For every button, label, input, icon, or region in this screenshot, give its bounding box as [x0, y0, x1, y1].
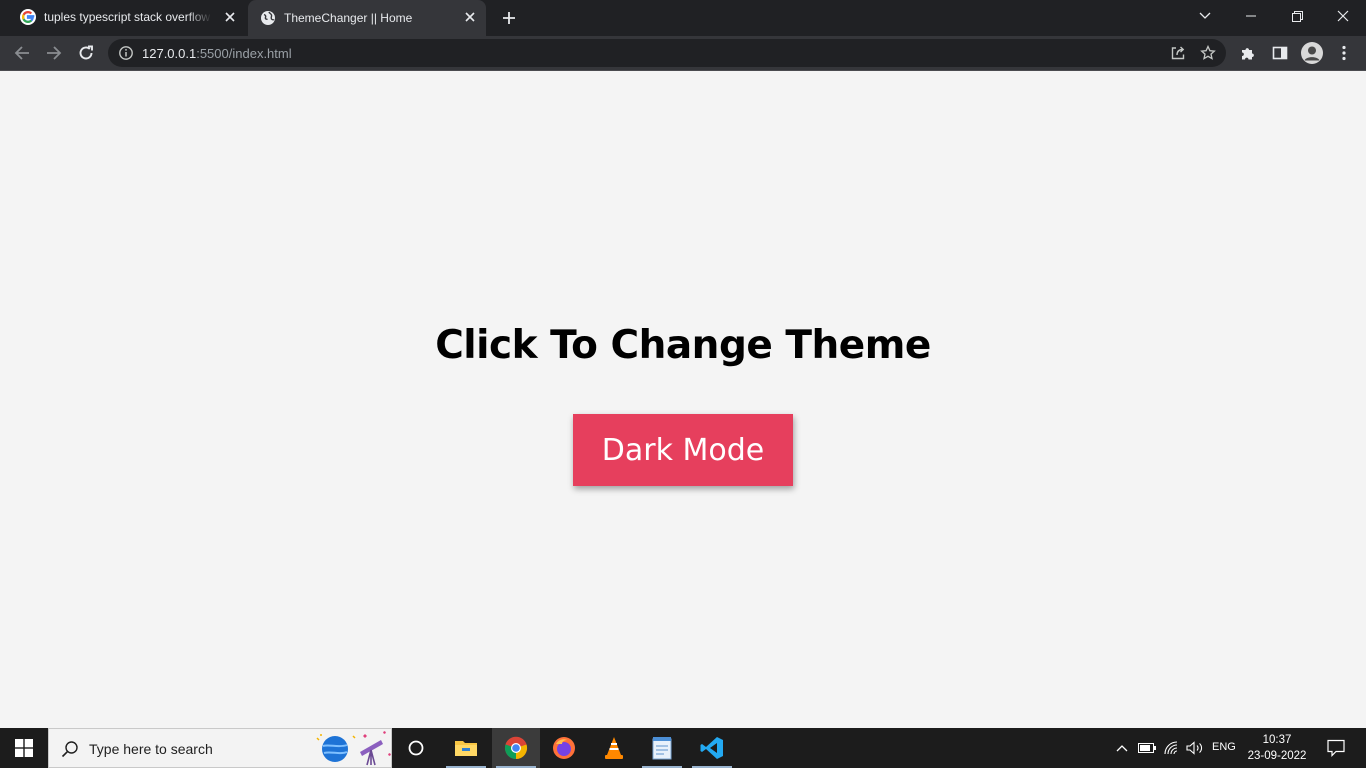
address-bar[interactable]: 127.0.0.1:5500/index.html	[108, 39, 1226, 67]
reload-icon[interactable]	[72, 39, 100, 67]
task-view-icon[interactable]	[392, 728, 440, 768]
dark-mode-button[interactable]: Dark Mode	[573, 414, 793, 486]
page-content: Click To Change Theme Dark Mode	[0, 71, 1366, 728]
chrome-icon[interactable]	[492, 728, 540, 768]
tab-search-chevron-down-icon[interactable]	[1182, 0, 1228, 32]
close-window-icon[interactable]	[1320, 0, 1366, 32]
extensions-puzzle-icon[interactable]	[1234, 39, 1262, 67]
profile-avatar[interactable]	[1298, 39, 1326, 67]
more-menu-kebab-icon[interactable]	[1330, 39, 1358, 67]
site-info-icon[interactable]	[118, 45, 134, 61]
volume-icon[interactable]	[1185, 738, 1205, 758]
vscode-icon[interactable]	[688, 728, 736, 768]
forward-arrow-icon[interactable]	[40, 39, 68, 67]
back-arrow-icon[interactable]	[8, 39, 36, 67]
bookmark-star-icon[interactable]	[1200, 44, 1216, 66]
browser-tab-strip: tuples typescript stack overflow - Googl…	[0, 0, 1366, 36]
page-title: Click To Change Theme	[435, 323, 931, 368]
close-tab-icon[interactable]	[462, 9, 478, 25]
windows-start-icon[interactable]	[0, 728, 48, 768]
vlc-icon[interactable]	[590, 728, 638, 768]
side-panel-icon[interactable]	[1266, 39, 1294, 67]
tab-title: tuples typescript stack overflow - Googl…	[44, 10, 212, 24]
file-explorer-icon[interactable]	[442, 728, 490, 768]
url-text: 127.0.0.1:5500/index.html	[142, 46, 292, 61]
notepad-icon[interactable]	[638, 728, 686, 768]
search-icon	[61, 740, 79, 758]
globe-icon	[260, 10, 276, 26]
show-hidden-icons-chevron-up-icon[interactable]	[1114, 738, 1130, 758]
share-icon[interactable]	[1170, 45, 1186, 66]
clock-date: 23-09-2022	[1247, 750, 1307, 762]
minimize-icon[interactable]	[1228, 0, 1274, 32]
tab-google-search[interactable]: tuples typescript stack overflow - Googl…	[8, 0, 246, 34]
notification-center-icon[interactable]	[1318, 728, 1354, 768]
new-tab-plus-icon[interactable]	[497, 6, 521, 30]
windows-taskbar: Type here to search ENG 10:37 23-09-2022	[0, 728, 1366, 768]
google-g-icon	[20, 9, 36, 25]
taskbar-search-input[interactable]: Type here to search	[48, 728, 392, 768]
browser-toolbar: 127.0.0.1:5500/index.html	[0, 36, 1366, 71]
input-language-indicator[interactable]: ENG	[1212, 741, 1236, 753]
close-tab-icon[interactable]	[222, 9, 238, 25]
tab-themechanger[interactable]: ThemeChanger || Home	[248, 0, 486, 36]
firefox-icon[interactable]	[540, 728, 588, 768]
clock-time: 10:37	[1262, 734, 1292, 746]
search-highlight-telescope-icon	[313, 730, 391, 768]
battery-icon[interactable]	[1138, 738, 1156, 758]
system-clock[interactable]: 10:37 23-09-2022	[1246, 732, 1308, 764]
restore-icon[interactable]	[1274, 0, 1320, 32]
tab-title: ThemeChanger || Home	[284, 11, 413, 25]
wifi-icon[interactable]	[1162, 738, 1180, 758]
search-placeholder: Type here to search	[89, 741, 213, 757]
